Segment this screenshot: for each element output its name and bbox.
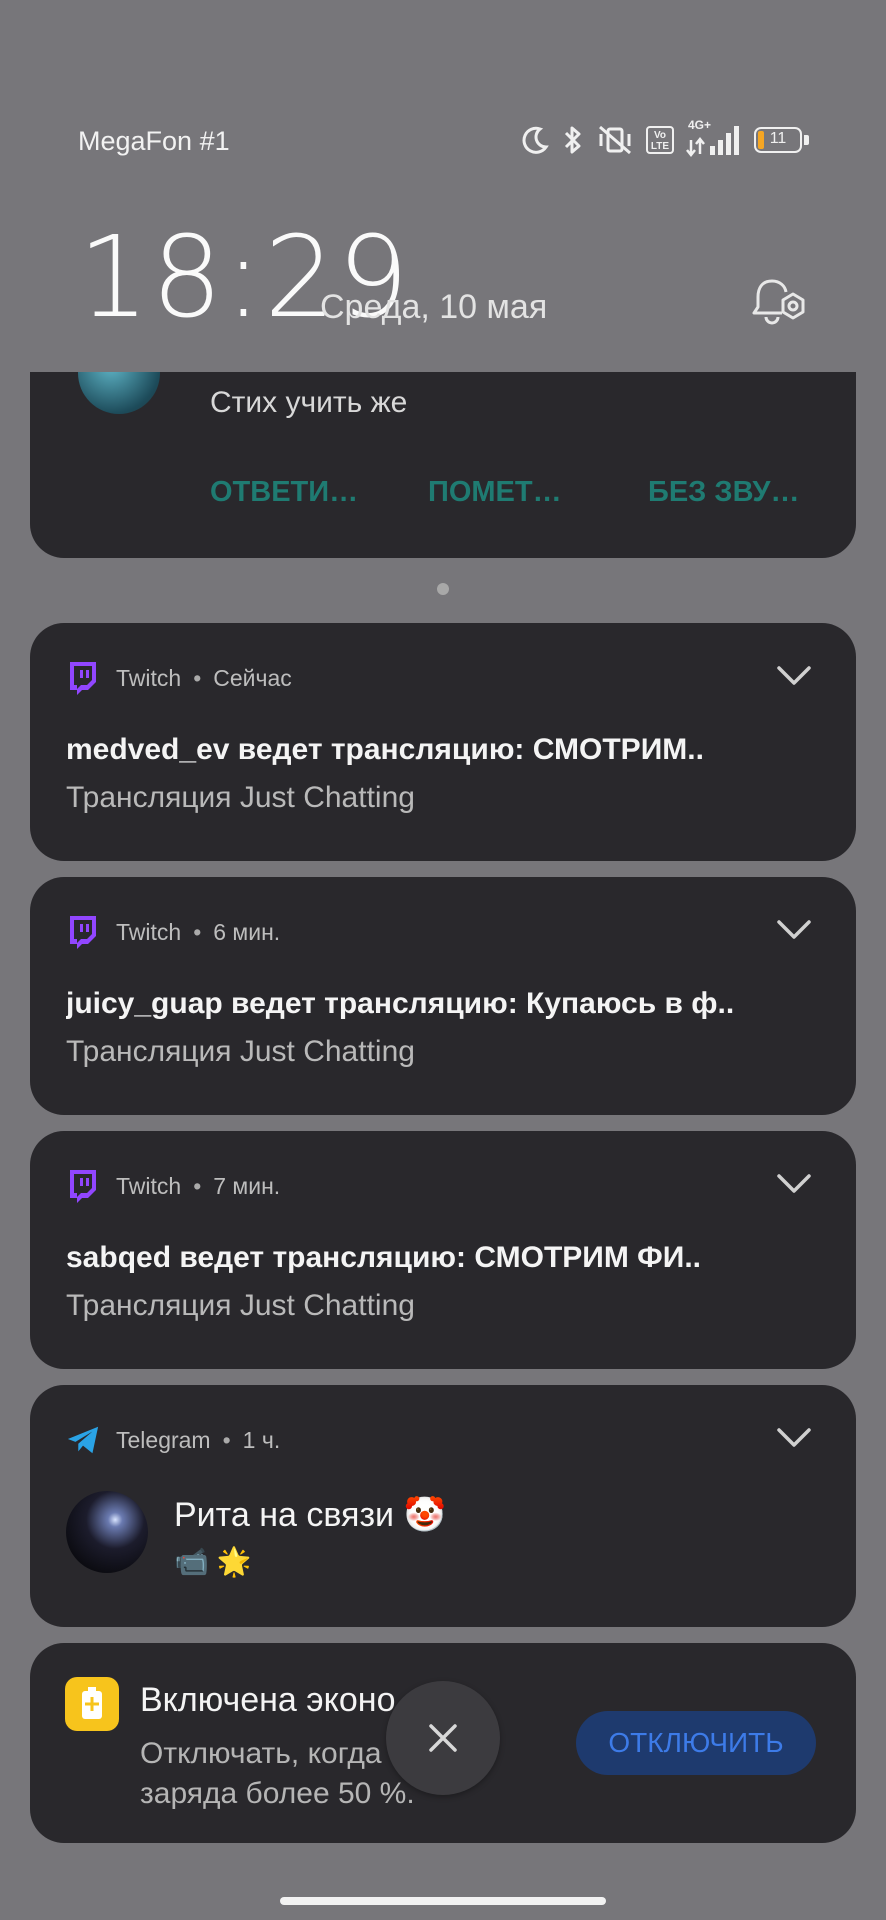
notification-title: sabqed ведет трансляцию: СМОТРИМ ФИ..: [66, 1241, 702, 1274]
app-name: Twitch: [116, 918, 182, 945]
notification-time: 7 мин.: [213, 1172, 281, 1199]
signal-icon: 4G+: [686, 118, 742, 158]
volte-icon: Vo LTE: [646, 126, 674, 154]
mark-read-action[interactable]: ПОМЕТ…: [428, 476, 562, 509]
notification-settings-icon[interactable]: [752, 275, 810, 327]
notification-subtitle: Трансляция Just Chatting: [66, 1289, 415, 1322]
message-text: Стих учить же: [210, 386, 408, 419]
avatar: [66, 1491, 148, 1573]
notification-title: juicy_guap ведет трансляцию: Купаюсь в ф…: [66, 987, 735, 1020]
avatar: [78, 372, 160, 414]
lock-date: Среда, 10 мая: [320, 288, 548, 326]
battery-saver-icon: [65, 1677, 119, 1731]
battery-saver-text-line2: заряда более 50 %.: [140, 1777, 415, 1810]
message-preview: 📹 🌟: [174, 1546, 252, 1577]
notification-time: 6 мин.: [213, 918, 281, 945]
do-not-disturb-moon-icon: [522, 126, 549, 154]
close-icon: [429, 1724, 457, 1752]
twitch-notification-card[interactable]: Twitch • Сейчас medved_ev ведет трансляц…: [30, 623, 856, 861]
gesture-navigation-bar[interactable]: [280, 1897, 606, 1905]
battery-level: 11: [769, 130, 787, 147]
chat-title: Рита на связи 🤡: [174, 1496, 446, 1534]
page-indicator-dot: [437, 583, 449, 595]
mute-action[interactable]: БЕЗ ЗВУ…: [648, 476, 799, 509]
chevron-down-icon[interactable]: [776, 665, 812, 687]
app-name: Twitch: [116, 1172, 182, 1199]
twitch-notification-card[interactable]: Twitch • 7 мин. sabqed ведет трансляцию:…: [30, 1131, 856, 1369]
bluetooth-icon: [564, 126, 581, 154]
clear-all-button[interactable]: [386, 1681, 500, 1795]
disable-battery-saver-button[interactable]: ОТКЛЮЧИТЬ: [576, 1711, 816, 1775]
twitch-icon: [66, 913, 100, 951]
status-icons: Vo LTE 4G+ 11: [520, 118, 810, 162]
carrier-name: MegaFon #1: [78, 126, 230, 156]
telegram-notification-card[interactable]: Telegram • 1 ч. Рита на связи 🤡 📹 🌟: [30, 1385, 856, 1627]
app-name: Twitch: [116, 664, 182, 691]
notification-subtitle: Трансляция Just Chatting: [66, 1035, 415, 1068]
notification-time: 1 ч.: [242, 1426, 281, 1453]
battery-icon: 11: [754, 127, 810, 153]
vibrate-off-icon: [599, 125, 631, 155]
reply-action[interactable]: ОТВЕТИ…: [210, 476, 358, 509]
chevron-down-icon[interactable]: [776, 1173, 812, 1195]
notification-time: Сейчас: [213, 664, 292, 691]
telegram-icon: [66, 1421, 100, 1459]
message-notification-card[interactable]: Стих учить же ОТВЕТИ… ПОМЕТ… БЕЗ ЗВУ…: [30, 372, 856, 558]
chevron-down-icon[interactable]: [776, 919, 812, 941]
app-name: Telegram: [116, 1426, 211, 1453]
twitch-icon: [66, 1167, 100, 1205]
notification-title: medved_ev ведет трансляцию: СМОТРИМ..: [66, 733, 704, 766]
twitch-notification-card[interactable]: Twitch • 6 мин. juicy_guap ведет трансля…: [30, 877, 856, 1115]
twitch-icon: [66, 659, 100, 697]
chevron-down-icon[interactable]: [776, 1427, 812, 1449]
notification-subtitle: Трансляция Just Chatting: [66, 781, 415, 814]
